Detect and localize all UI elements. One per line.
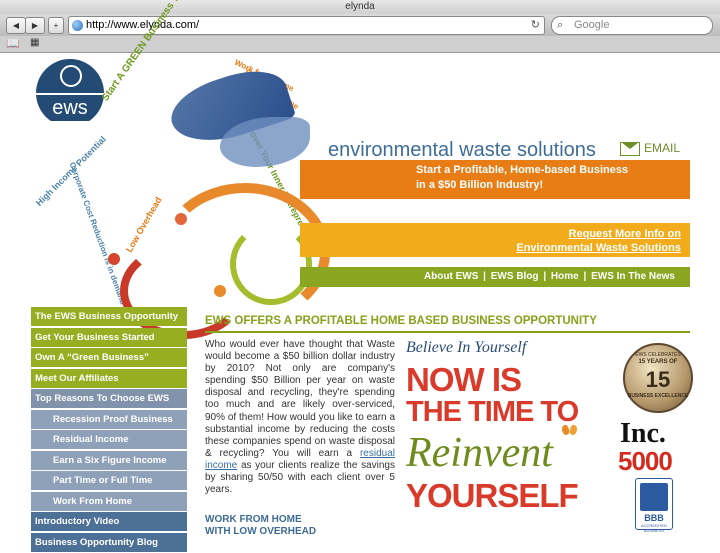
promo-believe: Believe In Yourself bbox=[406, 339, 527, 356]
sidebar-item-six-figure[interactable]: Earn a Six Figure Income bbox=[31, 450, 187, 470]
sidebar-item-residual-income[interactable]: Residual Income bbox=[31, 430, 187, 449]
bbb-torch-icon bbox=[640, 483, 668, 511]
globe-icon bbox=[72, 20, 83, 31]
banner-line1: Start a Profitable, Home-based Business bbox=[416, 164, 629, 176]
nav-news[interactable]: EWS In The News bbox=[590, 271, 676, 282]
intro-paragraph: Who would ever have thought that Waste w… bbox=[205, 339, 395, 496]
logo-text: ews bbox=[36, 95, 104, 121]
badge-number: 15 bbox=[645, 367, 671, 392]
slogan-cost-reduction: Corporate Cost Reduction is in demand bbox=[67, 161, 128, 306]
page-heading: EWS OFFERS A PROFITABLE HOME BASED BUSIN… bbox=[205, 315, 597, 327]
butterfly-icon bbox=[560, 424, 579, 439]
bbb-badge[interactable]: BBB ACCREDITED BUSINESS bbox=[635, 478, 673, 533]
flower-icon bbox=[214, 285, 226, 297]
search-placeholder: Google bbox=[574, 19, 610, 31]
sidebar-item-blog[interactable]: Business Opportunity Blog bbox=[31, 532, 187, 552]
heading-divider bbox=[205, 331, 690, 333]
sidebar-nav: The EWS Business Opportunity Get Your Bu… bbox=[31, 307, 187, 553]
badge-years-text: 15 YEARS OF bbox=[638, 359, 678, 365]
work-heading: WORK FROM HOME WITH LOW OVERHEAD bbox=[205, 514, 316, 538]
banner-line2: in a $50 Billion Industry! bbox=[416, 179, 544, 191]
sidebar-item-affiliates[interactable]: Meet Our Affiliates bbox=[31, 368, 187, 388]
logo-mark-icon bbox=[60, 65, 82, 87]
slogan-low-overhead: Low Overhead bbox=[124, 195, 164, 254]
search-icon: ⌕ bbox=[557, 19, 564, 31]
sidebar-item-green-business[interactable]: Own A “Green Business” bbox=[31, 348, 187, 367]
work-line1: WORK FROM HOME bbox=[205, 514, 302, 525]
sidebar-item-recession-proof[interactable]: Recession Proof Business bbox=[31, 409, 187, 429]
nav-separator: | bbox=[483, 271, 486, 282]
search-field[interactable]: ⌕ Google bbox=[551, 16, 713, 35]
sidebar-item-part-full-time[interactable]: Part Time or Full Time bbox=[31, 471, 187, 490]
back-button[interactable]: ◀ bbox=[6, 17, 26, 34]
site-title: environmental waste solutions bbox=[328, 139, 596, 161]
phoenix-illustration bbox=[150, 59, 320, 187]
anniversary-badge: EWS CELEBRATES 15 YEARS OF 15 BUSINESS E… bbox=[623, 343, 693, 413]
headline-banner: Start a Profitable, Home-based Business … bbox=[300, 160, 690, 199]
intro-text: Who would ever have thought that Waste w… bbox=[205, 339, 395, 459]
sidebar-item-video[interactable]: Introductory Video bbox=[31, 512, 187, 531]
forward-button[interactable]: ▶ bbox=[25, 17, 45, 34]
badge-bottom-text: BUSINESS EXCELLENCE bbox=[627, 393, 689, 399]
flower-icon bbox=[108, 253, 120, 265]
nav-separator: | bbox=[543, 271, 547, 282]
email-link[interactable]: EMAIL bbox=[620, 139, 686, 159]
window-title: elynda bbox=[0, 0, 720, 14]
promo-now-is: NOW IS bbox=[406, 361, 522, 398]
promo-reinvent: Reinvent bbox=[406, 430, 553, 476]
request-banner: Request More Info on Environmental Waste… bbox=[300, 223, 690, 257]
url-text: http://www.elynda.com/ bbox=[86, 19, 200, 31]
nav-about[interactable]: About EWS bbox=[423, 271, 479, 282]
sidebar-item-opportunity[interactable]: The EWS Business Opportunity bbox=[31, 307, 187, 326]
request-link-line1[interactable]: Request More Info on bbox=[569, 228, 681, 240]
browser-toolbar: ◀ ▶ + http://www.elynda.com/ ↻ ⌕ Google bbox=[0, 14, 720, 36]
envelope-icon bbox=[620, 142, 640, 156]
promo-graphic: Believe In Yourself NOW IS THE TIME TO R… bbox=[403, 337, 613, 537]
sidebar-item-get-started[interactable]: Get Your Business Started bbox=[31, 327, 187, 347]
flower-icon bbox=[175, 213, 187, 225]
grid-icon[interactable]: ▦ bbox=[30, 37, 39, 48]
inc-5000-logo: 5000 bbox=[618, 446, 673, 476]
badge-top-text: EWS CELEBRATES bbox=[635, 352, 681, 358]
page: ews Start A GREEN Business Today Work fr… bbox=[0, 0, 720, 552]
sidebar-item-top-reasons[interactable]: Top Reasons To Choose EWS bbox=[31, 389, 187, 408]
nav-home[interactable]: Home bbox=[550, 271, 580, 282]
bbb-sub-label: ACCREDITED BUSINESS bbox=[640, 523, 667, 533]
promo-time-to: THE TIME TO bbox=[406, 396, 579, 428]
nav-blog[interactable]: EWS Blog bbox=[490, 271, 540, 282]
reload-icon[interactable]: ↻ bbox=[531, 17, 540, 34]
ews-logo[interactable]: ews bbox=[36, 59, 104, 127]
top-nav: About EWS | EWS Blog | Home | EWS In The… bbox=[300, 267, 690, 287]
nav-separator: | bbox=[583, 271, 587, 282]
book-icon[interactable]: 📖 bbox=[6, 37, 20, 50]
bookmarks-bar: 📖 ▦ bbox=[0, 36, 720, 53]
sidebar-item-work-from-home[interactable]: Work From Home bbox=[31, 491, 187, 511]
add-bookmark-button[interactable]: + bbox=[48, 17, 64, 34]
bbb-label: BBB bbox=[644, 513, 664, 523]
promo-yourself: YOURSELF bbox=[406, 477, 579, 514]
email-label: EMAIL bbox=[644, 141, 681, 155]
work-line2: WITH LOW OVERHEAD bbox=[205, 526, 317, 537]
request-link-line2[interactable]: Environmental Waste Solutions bbox=[516, 242, 681, 254]
address-bar[interactable]: http://www.elynda.com/ ↻ bbox=[68, 16, 545, 35]
